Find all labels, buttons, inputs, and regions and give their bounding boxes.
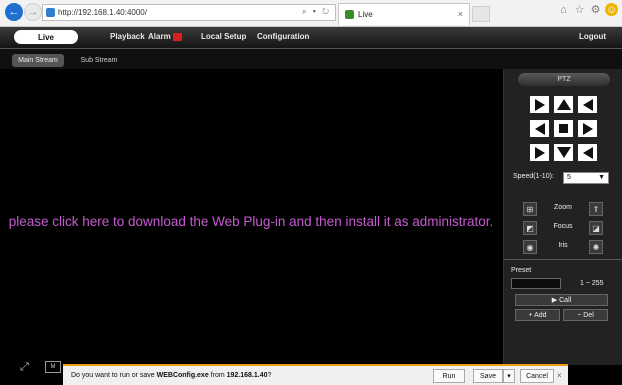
alarm-badge-icon — [172, 32, 182, 41]
ptz-divider — [504, 259, 622, 260]
iris-label: Iris — [558, 242, 568, 249]
nav-alarm-label: Alarm — [148, 32, 171, 41]
browser-tools: ⌂ ☆ ⚙ ☺ — [557, 3, 618, 16]
ptz-panel: PTZ Speed(1-10): 5 ▼ ⊞ Zoom ⇑ ◩ Focus ◪ — [503, 69, 622, 365]
ptz-center-button[interactable] — [554, 120, 573, 137]
ptz-title: PTZ — [518, 73, 610, 86]
home-icon[interactable]: ⌂ — [557, 3, 570, 16]
address-controls[interactable]: ⌕ ▾ ↻ — [302, 7, 331, 17]
arrow-left-icon — [534, 122, 545, 135]
nav-alarm-tab[interactable]: Alarm — [148, 32, 182, 41]
main-stream-tab[interactable]: Main Stream — [12, 54, 64, 67]
favorites-star-icon[interactable]: ☆ — [573, 3, 586, 16]
iris-open-icon: ✺ — [592, 242, 600, 252]
zoom-in-icon: ⇑ — [592, 204, 600, 214]
download-notification-bar: Do you want to run or save WEBConfig.exe… — [63, 364, 568, 385]
ptz-down-right-button[interactable] — [578, 144, 597, 161]
ptz-up-right-button[interactable] — [578, 96, 597, 113]
arrow-right-icon — [534, 146, 545, 159]
site-icon — [46, 8, 55, 17]
arrow-right-icon — [534, 98, 545, 111]
nav-live-tab[interactable]: Live — [14, 30, 78, 44]
arrow-down-icon — [556, 147, 571, 158]
arrow-left-icon — [582, 146, 593, 159]
preset-add-button[interactable]: + Add — [515, 309, 560, 321]
focus-near-button[interactable]: ◩ — [523, 221, 537, 235]
iris-close-icon: ◉ — [526, 242, 534, 252]
download-save-options-button[interactable]: ▾ — [503, 369, 515, 383]
focus-far-icon: ◪ — [592, 223, 600, 233]
download-prompt: Do you want to run or save WEBConfig.exe… — [71, 372, 271, 379]
address-url: http://192.168.1.40:4000/ — [58, 8, 147, 17]
new-tab-button[interactable] — [472, 6, 490, 22]
download-close-icon[interactable]: × — [557, 371, 562, 380]
focus-row: ◩ Focus ◪ — [523, 221, 603, 235]
preset-label: Preset — [511, 267, 532, 274]
focus-far-button[interactable]: ◪ — [589, 221, 603, 235]
download-save-button[interactable]: Save — [473, 369, 503, 383]
tab-favicon-icon — [345, 10, 354, 19]
zoom-row: ⊞ Zoom ⇑ — [523, 202, 603, 216]
preset-call-button[interactable]: ▶ Call — [515, 294, 608, 306]
stop-square-icon — [559, 124, 568, 133]
iris-open-button[interactable]: ✺ — [589, 240, 603, 254]
zoom-label: Zoom — [554, 204, 572, 211]
arrow-right-icon — [582, 122, 593, 135]
arrow-left-icon — [582, 98, 593, 111]
ptz-right-button[interactable] — [578, 120, 597, 137]
arrow-up-icon — [556, 99, 571, 110]
tab-title: Live — [358, 10, 373, 19]
sub-stream-tab[interactable]: Sub Stream — [74, 54, 124, 67]
speed-value: 5 — [567, 174, 571, 181]
speed-select[interactable]: 5 ▼ — [563, 172, 609, 184]
address-bar[interactable]: http://192.168.1.40:4000/ ⌕ ▾ ↻ — [42, 4, 336, 21]
download-prompt-middle: from — [208, 372, 227, 379]
logout-link[interactable]: Logout — [579, 32, 606, 41]
forward-button[interactable]: → — [24, 3, 42, 21]
zoom-in-button[interactable]: ⇑ — [589, 202, 603, 216]
browser-chrome: ← → http://192.168.1.40:4000/ ⌕ ▾ ↻ Live… — [0, 0, 622, 27]
settings-gear-icon[interactable]: ⚙ — [589, 3, 602, 16]
browser-tab[interactable]: Live × — [338, 3, 470, 25]
nav-local-setup-tab[interactable]: Local Setup — [201, 32, 246, 41]
download-host: 192.168.1.40 — [226, 372, 268, 379]
download-run-button[interactable]: Run — [433, 369, 465, 383]
view-mode-button[interactable]: M — [45, 361, 61, 373]
preset-range: 1 ~ 255 — [580, 280, 604, 287]
app-nav-bar: Live Playback Alarm Local Setup Configur… — [0, 27, 622, 49]
ptz-left-button[interactable] — [530, 120, 549, 137]
ptz-down-button[interactable] — [554, 144, 573, 161]
preset-input[interactable] — [511, 278, 561, 289]
back-button[interactable]: ← — [5, 3, 23, 21]
zoom-out-button[interactable]: ⊞ — [523, 202, 537, 216]
chevron-down-icon: ▼ — [598, 174, 605, 181]
speed-label: Speed(1-10): — [513, 173, 554, 180]
stream-bar: Main Stream Sub Stream — [0, 49, 622, 69]
fullscreen-icon[interactable]: ⤢ — [20, 361, 36, 375]
focus-label: Focus — [553, 223, 573, 230]
download-cancel-button[interactable]: Cancel — [520, 369, 554, 383]
zoom-out-icon: ⊞ — [526, 204, 534, 214]
nav-configuration-tab[interactable]: Configuration — [257, 32, 309, 41]
ptz-down-left-button[interactable] — [530, 144, 549, 161]
focus-near-icon: ◩ — [526, 223, 534, 233]
ptz-up-button[interactable] — [554, 96, 573, 113]
feedback-smiley-icon[interactable]: ☺ — [605, 3, 618, 16]
download-prompt-suffix: ? — [267, 372, 272, 379]
ptz-up-left-button[interactable] — [530, 96, 549, 113]
plugin-download-link[interactable]: please click here to download the Web Pl… — [0, 214, 502, 229]
preset-delete-button[interactable]: − Del — [563, 309, 608, 321]
tab-close-icon[interactable]: × — [458, 9, 463, 19]
download-file-name: WEBConfig.exe — [156, 372, 209, 379]
nav-playback-tab[interactable]: Playback — [110, 32, 145, 41]
iris-row: ◉ Iris ✺ — [523, 240, 603, 254]
download-prompt-prefix: Do you want to run or save — [71, 372, 157, 379]
iris-close-button[interactable]: ◉ — [523, 240, 537, 254]
